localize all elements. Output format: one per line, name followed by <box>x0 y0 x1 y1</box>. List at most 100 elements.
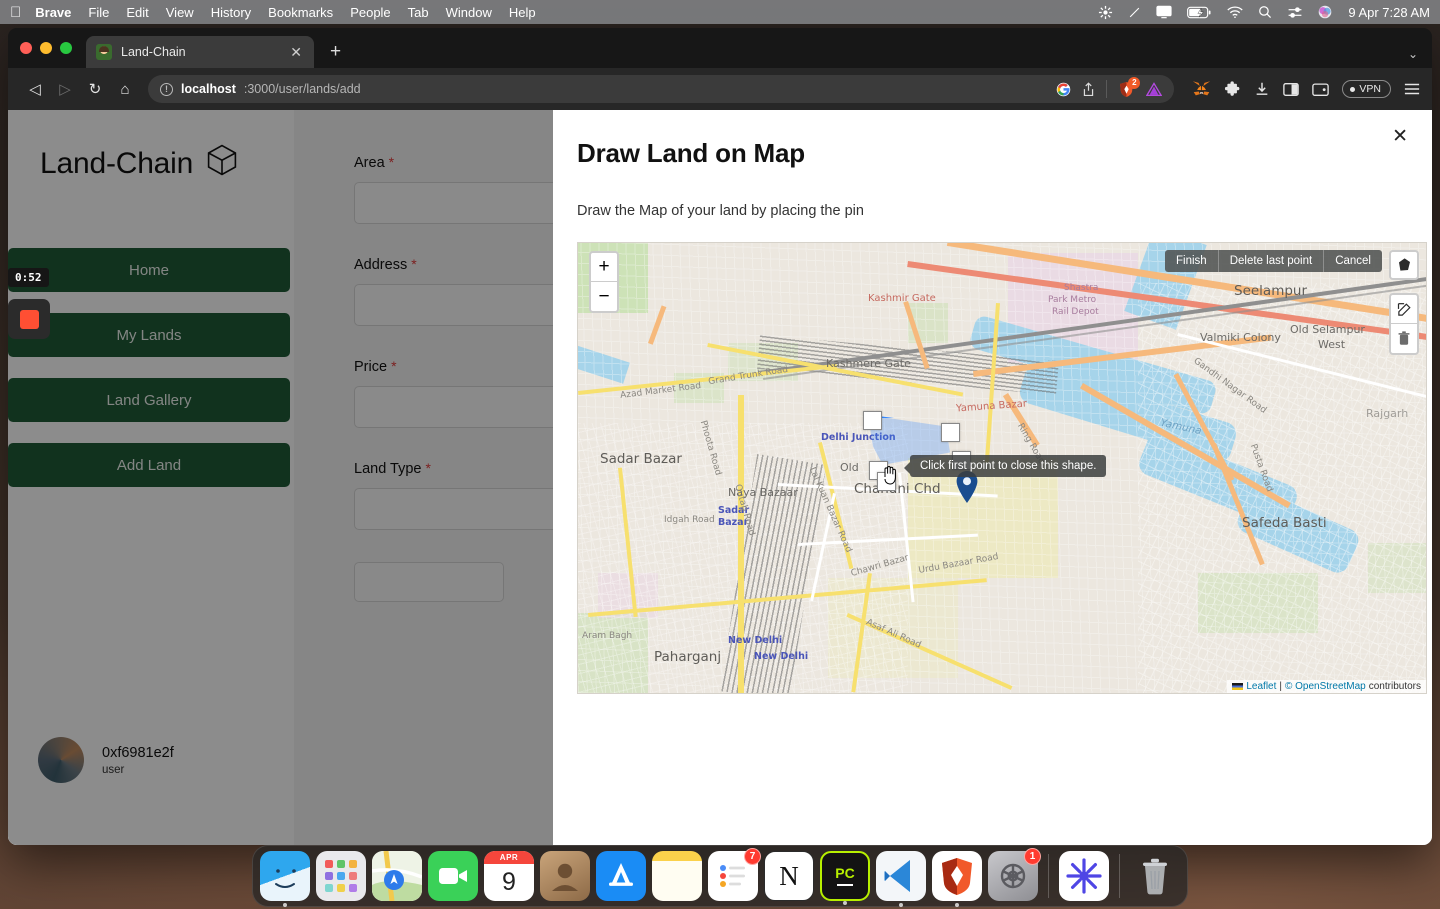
browser-toolbar: ◁ ▷ ↻ ⌂ ! localhost :3000/user/lands/add <box>8 68 1432 110</box>
dock-item-trash[interactable] <box>1130 851 1180 901</box>
cancel-drawing-button[interactable]: Cancel <box>1324 250 1382 272</box>
polygon-vertex-marker[interactable] <box>941 423 960 442</box>
menu-item-help[interactable]: Help <box>509 5 536 20</box>
edit-shape-icon[interactable] <box>1391 295 1417 324</box>
menu-item-window[interactable]: Window <box>446 5 492 20</box>
menu-item-bookmarks[interactable]: Bookmarks <box>268 5 333 20</box>
zoom-out-button[interactable]: − <box>591 282 617 311</box>
siri-icon[interactable] <box>1318 5 1332 19</box>
menu-item-people[interactable]: People <box>350 5 390 20</box>
forward-button[interactable]: ▷ <box>50 74 80 104</box>
recording-timer: 0:52 <box>8 268 49 287</box>
calendar-month: APR <box>484 851 534 864</box>
toolbar-extensions: VPN <box>1182 80 1420 98</box>
hamburger-menu-icon[interactable] <box>1404 82 1420 96</box>
reminders-badge: 7 <box>744 848 761 865</box>
menu-item-history[interactable]: History <box>211 5 251 20</box>
display-icon[interactable] <box>1156 5 1172 19</box>
back-button[interactable]: ◁ <box>20 74 50 104</box>
dock-item-vscode[interactable] <box>876 851 926 907</box>
dock-item-facetime[interactable] <box>428 851 478 901</box>
screen-recorder-widget: 0:52 <box>8 268 50 339</box>
draw-actions-toolbar: Finish Delete last point Cancel <box>1165 250 1382 272</box>
zoom-in-button[interactable]: + <box>591 253 617 282</box>
control-center-icon[interactable] <box>1287 6 1303 19</box>
pencil-slash-icon[interactable] <box>1128 6 1141 19</box>
dock-item-pycharm[interactable]: PC <box>820 851 870 905</box>
trash-icon[interactable] <box>1391 324 1417 353</box>
dock-item-contacts[interactable] <box>540 851 590 901</box>
battery-charging-icon[interactable] <box>1187 6 1212 19</box>
google-icon[interactable] <box>1056 82 1071 97</box>
gear-icon[interactable] <box>1098 5 1113 20</box>
share-icon[interactable] <box>1082 81 1095 97</box>
brave-browser-window: Land-Chain ✕ + ⌄ ◁ ▷ ↻ ⌂ ! localhost :300… <box>8 28 1432 845</box>
menu-item-file[interactable]: File <box>88 5 109 20</box>
tab-strip: Land-Chain ✕ + ⌄ <box>8 28 1432 68</box>
site-info-icon[interactable]: ! <box>160 82 173 96</box>
home-button[interactable]: ⌂ <box>110 74 140 104</box>
dock-item-calendar[interactable]: APR 9 <box>484 851 534 901</box>
openstreetmap-link[interactable]: © OpenStreetMap <box>1285 681 1366 692</box>
dock-item-brave[interactable] <box>932 851 982 907</box>
calendar-day: 9 <box>502 868 516 896</box>
dock-item-notes[interactable] <box>652 851 702 901</box>
modal-subtitle: Draw the Map of your land by placing the… <box>577 203 864 219</box>
dock-item-loom[interactable] <box>1059 851 1109 901</box>
downloads-icon[interactable] <box>1254 81 1270 97</box>
metamask-fox-icon[interactable] <box>1192 80 1211 98</box>
apple-logo-icon[interactable]:  <box>10 5 21 20</box>
close-window-button[interactable] <box>20 42 32 54</box>
maximize-window-button[interactable] <box>60 42 72 54</box>
menu-item-view[interactable]: View <box>166 5 194 20</box>
delete-last-point-button[interactable]: Delete last point <box>1219 250 1325 272</box>
close-icon[interactable]: ✕ <box>1388 123 1412 150</box>
polygon-vertex-marker[interactable] <box>863 411 882 430</box>
draw-land-modal: Draw Land on Map ✕ Draw the Map of your … <box>553 110 1432 845</box>
reload-button[interactable]: ↻ <box>80 74 110 104</box>
url-host: localhost <box>181 82 236 96</box>
omnibox-divider <box>1106 80 1108 98</box>
brave-shields-icon[interactable]: 2 <box>1118 76 1141 98</box>
close-tab-button[interactable]: ✕ <box>288 44 304 61</box>
extensions-puzzle-icon[interactable] <box>1224 80 1241 98</box>
stop-recording-button[interactable] <box>8 299 50 339</box>
attribution-tail: contributors <box>1368 681 1421 692</box>
dock-separator <box>1119 854 1120 898</box>
wallet-icon[interactable] <box>1312 82 1330 97</box>
search-icon[interactable] <box>1258 5 1272 19</box>
dock-item-launchpad[interactable] <box>316 851 366 901</box>
dock-item-system-settings[interactable]: 1 <box>988 848 1041 901</box>
running-indicator <box>843 901 847 905</box>
vpn-label: VPN <box>1359 83 1381 95</box>
finish-drawing-button[interactable]: Finish <box>1165 250 1219 272</box>
address-bar[interactable]: ! localhost :3000/user/lands/add 2 <box>148 75 1175 103</box>
menu-item-edit[interactable]: Edit <box>126 5 148 20</box>
dock-item-maps[interactable] <box>372 851 422 901</box>
menu-item-brave[interactable]: Brave <box>35 5 71 20</box>
polygon-draw-icon[interactable] <box>1389 250 1419 280</box>
attribution-separator: | <box>1279 681 1282 692</box>
new-tab-button[interactable]: + <box>330 41 341 63</box>
macos-menu-bar:  Brave File Edit View History Bookmarks… <box>0 0 1440 24</box>
browser-tab[interactable]: Land-Chain ✕ <box>86 36 314 68</box>
minimize-window-button[interactable] <box>40 42 52 54</box>
dock-item-notion[interactable]: N <box>764 851 814 901</box>
dock-item-reminders[interactable]: 7 <box>708 848 761 901</box>
dock-item-finder[interactable] <box>260 851 310 907</box>
system-settings-badge: 1 <box>1024 848 1041 865</box>
leaflet-map[interactable]: Kashmere Gate Kashmir Gate Sadar Bazar N… <box>577 242 1427 694</box>
menu-item-tab[interactable]: Tab <box>408 5 429 20</box>
sidebar-toggle-icon[interactable] <box>1283 82 1300 97</box>
wifi-icon[interactable] <box>1227 5 1243 19</box>
menubar-clock[interactable]: 9 Apr 7:28 AM <box>1348 5 1430 20</box>
hand-cursor-icon <box>882 465 898 485</box>
dock-item-app-store[interactable] <box>596 851 646 901</box>
vpn-status-dot <box>1350 86 1356 92</box>
leaflet-flag-icon <box>1232 683 1244 690</box>
url-path: :3000/user/lands/add <box>243 82 361 96</box>
vpn-toggle-button[interactable]: VPN <box>1342 80 1391 98</box>
leaflet-link[interactable]: Leaflet <box>1246 681 1276 692</box>
tab-list-chevron-icon[interactable]: ⌄ <box>1408 47 1418 61</box>
brave-rewards-icon[interactable] <box>1146 81 1163 97</box>
